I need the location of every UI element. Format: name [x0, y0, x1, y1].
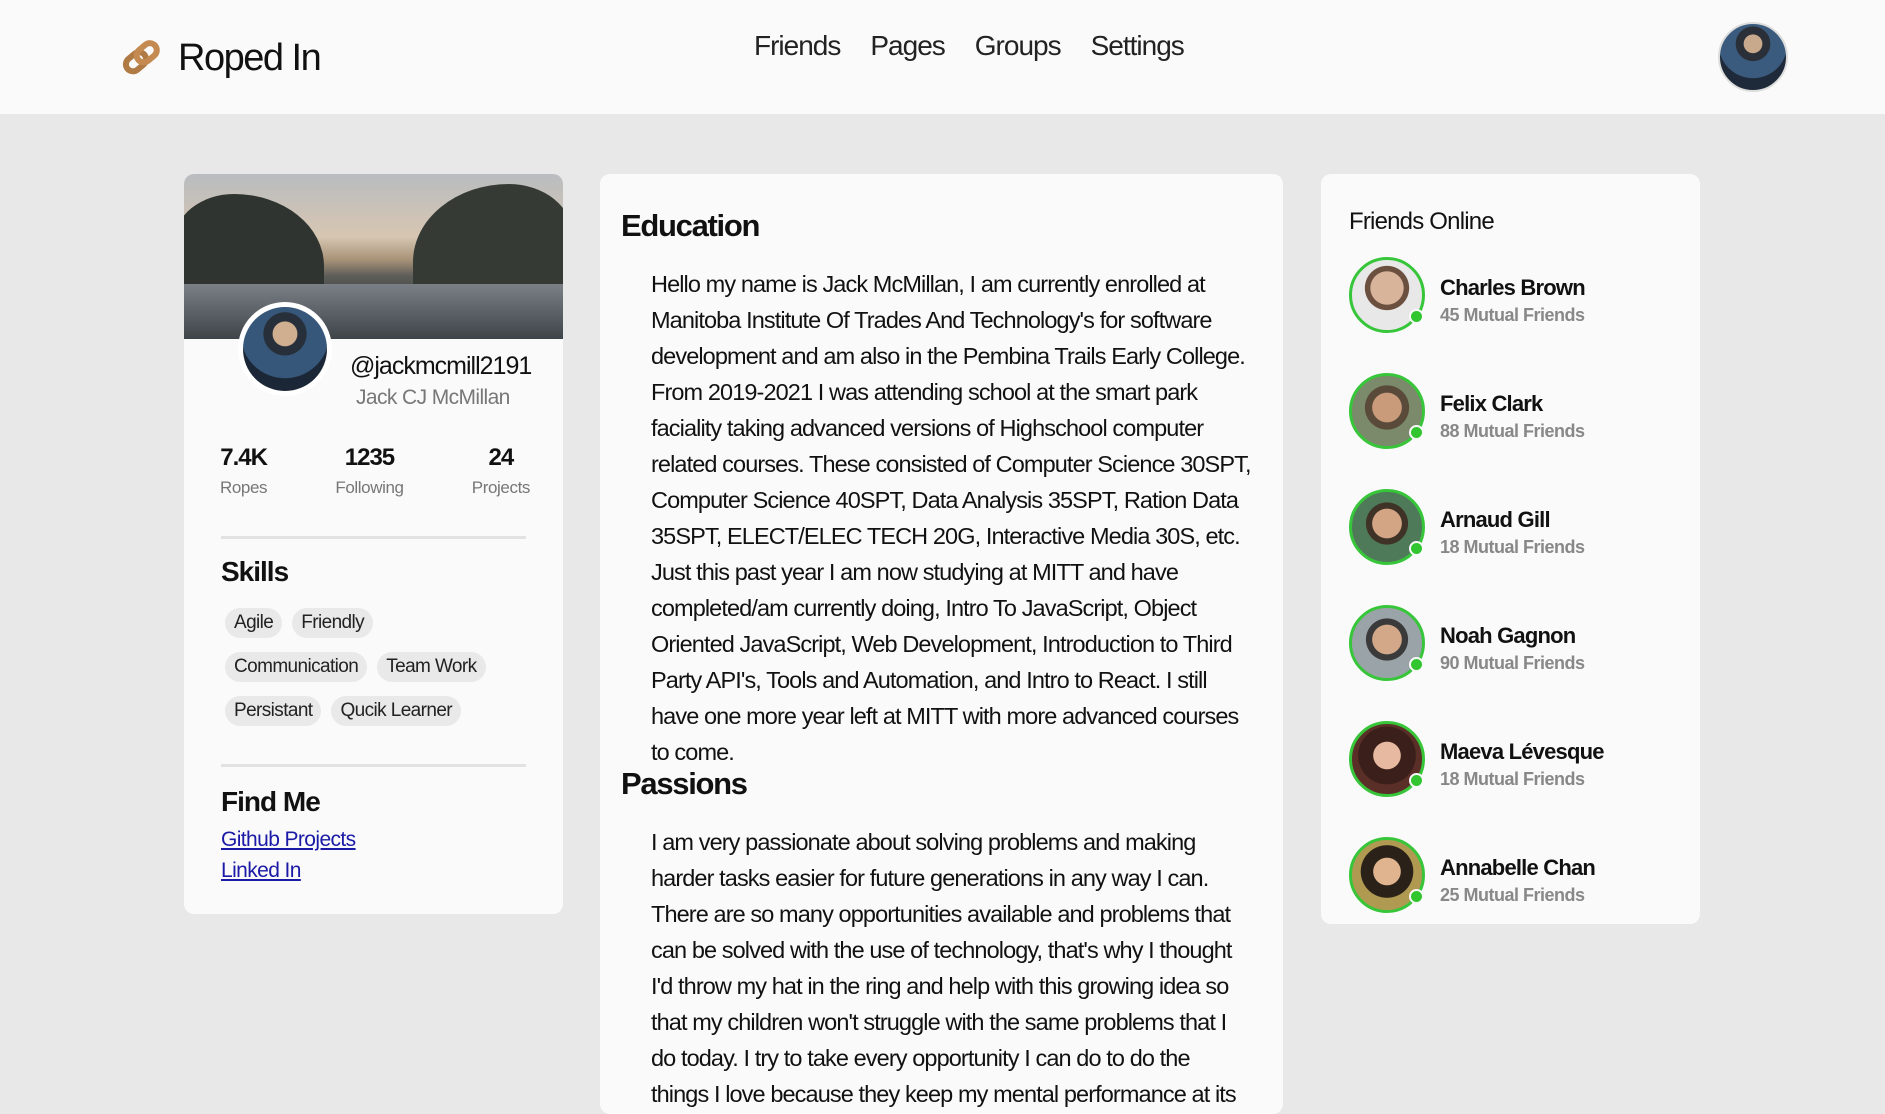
- skills-heading: Skills: [221, 556, 289, 587]
- skill-chip: Qucik Learner: [331, 696, 462, 726]
- friend-mutual-count: 18 Mutual Friends: [1440, 769, 1585, 789]
- friend-item[interactable]: Maeva Lévesque 18 Mutual Friends: [1349, 721, 1679, 801]
- friend-item[interactable]: Noah Gagnon 90 Mutual Friends: [1349, 605, 1679, 685]
- online-indicator: [1409, 425, 1424, 440]
- stat-ropes: 7.4K Ropes: [220, 444, 268, 498]
- stat-projects: 24 Projects: [471, 444, 531, 498]
- passions-text: I am very passionate about solving probl…: [651, 829, 1237, 1107]
- online-indicator: [1409, 657, 1424, 672]
- friend-item[interactable]: Felix Clark 88 Mutual Friends: [1349, 373, 1679, 453]
- friend-name: Arnaud Gill: [1440, 507, 1551, 532]
- stat-following: 1235 Following: [335, 444, 404, 498]
- user-avatar[interactable]: [1718, 22, 1788, 92]
- friend-mutual-count: 90 Mutual Friends: [1440, 653, 1585, 673]
- nav-settings[interactable]: Settings: [1091, 30, 1185, 62]
- stat-label: Ropes: [220, 478, 268, 497]
- friend-mutual-count: 88 Mutual Friends: [1440, 421, 1585, 441]
- brand[interactable]: Roped In: [120, 36, 322, 80]
- top-navbar: Roped In Friends Pages Groups Settings: [0, 0, 1885, 114]
- friend-name: Felix Clark: [1440, 391, 1543, 416]
- skill-chip: Friendly: [292, 608, 374, 638]
- friend-item[interactable]: Arnaud Gill 18 Mutual Friends: [1349, 489, 1679, 569]
- profile-stats: 7.4K Ropes 1235 Following 24 Projects: [220, 444, 530, 498]
- rope-link-icon: [122, 40, 160, 75]
- friend-item[interactable]: Charles Brown 45 Mutual Friends: [1349, 257, 1679, 337]
- github-projects-link[interactable]: Github Projects: [221, 824, 356, 855]
- linkedin-link[interactable]: Linked In: [221, 855, 356, 886]
- friend-mutual-count: 45 Mutual Friends: [1440, 305, 1585, 325]
- education-heading: Education: [621, 208, 760, 243]
- skill-chip: Team Work: [377, 652, 486, 682]
- stat-label: Following: [335, 478, 404, 497]
- stat-value: 7.4K: [220, 444, 268, 471]
- cover-photo: [184, 174, 563, 339]
- friend-item[interactable]: Annabelle Chan 25 Mutual Friends: [1349, 837, 1679, 917]
- skill-chip: Communication: [225, 652, 368, 682]
- profile-card: @jackmcmill2191 Jack CJ McMillan 7.4K Ro…: [184, 174, 563, 914]
- skill-chip: Agile: [225, 608, 283, 638]
- friend-name: Maeva Lévesque: [1440, 739, 1604, 764]
- friends-online-card: Friends Online Charles Brown 45 Mutual F…: [1321, 174, 1700, 924]
- online-indicator: [1409, 309, 1424, 324]
- stat-label: Projects: [471, 478, 531, 497]
- brand-name: Roped In: [178, 36, 322, 79]
- friend-mutual-count: 25 Mutual Friends: [1440, 885, 1585, 905]
- friend-name: Charles Brown: [1440, 275, 1586, 300]
- friend-name: Noah Gagnon: [1440, 623, 1576, 648]
- profile-full-name: Jack CJ McMillan: [356, 386, 510, 409]
- stat-value: 1235: [344, 444, 395, 471]
- skill-chip: Persistant: [225, 696, 322, 726]
- profile-handle: @jackmcmill2191: [350, 352, 532, 380]
- stat-value: 24: [488, 444, 515, 471]
- find-me-heading: Find Me: [221, 786, 321, 817]
- profile-avatar: [238, 302, 332, 396]
- online-indicator: [1409, 889, 1424, 904]
- about-card: Education Hello my name is Jack McMillan…: [600, 174, 1283, 1114]
- friends-online-heading: Friends Online: [1349, 208, 1495, 235]
- friend-name: Annabelle Chan: [1440, 855, 1596, 880]
- online-indicator: [1409, 773, 1424, 788]
- divider: [221, 764, 526, 767]
- online-indicator: [1409, 541, 1424, 556]
- divider: [221, 536, 526, 539]
- education-text: Hello my name is Jack McMillan, I am cur…: [651, 271, 1251, 765]
- passions-heading: Passions: [621, 766, 748, 801]
- find-me-links: Github Projects Linked In: [221, 824, 356, 886]
- main-nav: Friends Pages Groups Settings: [754, 30, 1185, 62]
- nav-groups[interactable]: Groups: [975, 30, 1062, 62]
- nav-pages[interactable]: Pages: [870, 30, 945, 62]
- friend-mutual-count: 18 Mutual Friends: [1440, 537, 1585, 557]
- skills-list: Agile Friendly Communication Team Work P…: [225, 608, 525, 726]
- nav-friends[interactable]: Friends: [754, 30, 841, 62]
